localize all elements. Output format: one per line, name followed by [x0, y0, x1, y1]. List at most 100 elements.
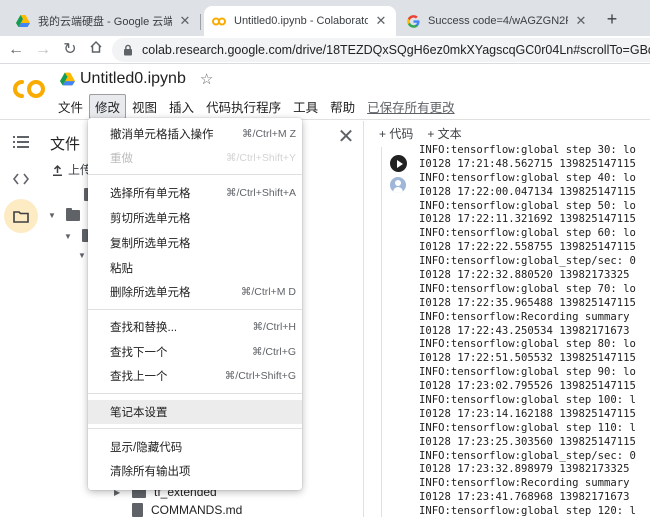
output-avatar-icon[interactable]	[390, 177, 406, 193]
menu-item-shortcut: ⌘/Ctrl+M Z	[242, 128, 296, 140]
new-tab-button[interactable]: +	[602, 9, 622, 29]
close-icon[interactable]: ✕	[574, 14, 588, 28]
google-drive-icon	[60, 72, 75, 86]
output-line: INFO:tensorflow:global_step/sec: 0	[419, 255, 636, 268]
menu-item-label: 选择所有单元格	[110, 188, 191, 200]
add-text-cell-button[interactable]: + 文本	[427, 125, 461, 142]
output-line: I0128 17:22:35.965488 139825147115	[419, 296, 636, 309]
run-cell-icon[interactable]	[390, 155, 407, 172]
tree-file-commands-md[interactable]: COMMANDS.md	[132, 503, 242, 517]
output-line: INFO:tensorflow:Recording summary	[419, 310, 630, 323]
menu-item-find-previous[interactable]: 查找上一个 ⌘/Ctrl+Shift+G	[88, 364, 302, 388]
collapse-triangle-icon[interactable]: ▼	[78, 251, 88, 260]
menu-item-delete-cells[interactable]: 删除所选单元格 ⌘/Ctrl+M D	[88, 280, 302, 304]
output-line: INFO:tensorflow:global step 80: lo	[419, 338, 636, 351]
menu-item-clear-all-outputs[interactable]: 清除所有输出项	[88, 459, 302, 483]
notebook-area: + 代码 + 文本 INFO:tensorflow:global step 30…	[365, 121, 650, 517]
menu-item-label: 剪切所选单元格	[110, 213, 191, 225]
menu-item-select-all-cells[interactable]: 选择所有单元格 ⌘/Ctrl+Shift+A	[88, 181, 302, 205]
saved-status-link[interactable]: 已保存所有更改	[361, 94, 461, 119]
menu-item-label: 撤消单元格插入操作	[110, 129, 214, 141]
menu-item-label: 复制所选单元格	[110, 238, 191, 250]
output-line: I0128 17:22:00.047134 139825147115	[419, 185, 636, 198]
star-icon[interactable]: ☆	[200, 70, 213, 88]
output-line: I0128 17:22:11.321692 139825147115	[419, 213, 636, 226]
menu-file[interactable]: 文件	[52, 94, 89, 119]
colab-header: Untitled0.ipynb ☆ 文件 修改 视图 插入 代码执行程序 工具 …	[0, 64, 650, 120]
output-line: I0128 17:23:25.303560 139825147115	[419, 435, 636, 448]
collapse-triangle-icon[interactable]: ▼	[64, 232, 74, 241]
menu-item-shortcut: ⌘/Ctrl+Shift+A	[225, 187, 296, 199]
output-line: I0128 17:23:14.162188 139825147115	[419, 407, 636, 420]
colab-icon	[212, 14, 226, 28]
menu-item-paste[interactable]: 粘贴	[88, 256, 302, 280]
browser-toolbar: ← → ↻ colab.research.google.com/drive/18…	[0, 36, 650, 64]
close-icon[interactable]: ✕	[178, 14, 192, 28]
tree-folder[interactable]: ▼	[48, 208, 88, 221]
tab-title: 我的云端硬盘 - Google 云端硬盘	[38, 16, 172, 28]
notebook-title[interactable]: Untitled0.ipynb	[80, 70, 186, 88]
files-folder-icon[interactable]	[4, 199, 38, 233]
notebook-toolbar: + 代码 + 文本	[365, 121, 650, 145]
file-icon	[132, 503, 143, 517]
output-line: I0128 17:22:22.558755 139825147115	[419, 241, 636, 254]
back-arrow-icon[interactable]: ←	[6, 40, 26, 60]
collapse-triangle-icon[interactable]: ▼	[48, 211, 58, 220]
menu-item-shortcut: ⌘/Ctrl+M D	[240, 286, 296, 298]
output-line: INFO:tensorflow:global step 90: lo	[419, 366, 636, 379]
edit-menu-dropdown: 撤消单元格插入操作 ⌘/Ctrl+M Z 重做 ⌘/Ctrl+Shift+Y 选…	[88, 118, 302, 490]
cell-gutter	[381, 147, 382, 517]
menu-edit[interactable]: 修改	[89, 94, 127, 119]
output-line: INFO:tensorflow:global step 40: lo	[419, 171, 636, 184]
address-bar[interactable]: colab.research.google.com/drive/18TEZDQx…	[112, 38, 650, 62]
menu-runtime[interactable]: 代码执行程序	[200, 94, 287, 119]
menu-divider	[88, 393, 302, 394]
output-line: INFO:tensorflow:global step 60: lo	[419, 227, 636, 240]
close-icon[interactable]: ✕	[374, 14, 388, 28]
output-line: I0128 17:23:02.795526 139825147115	[419, 380, 636, 393]
upload-button[interactable]: 上传	[52, 161, 92, 178]
reload-icon[interactable]: ↻	[60, 40, 80, 60]
menu-item-undo[interactable]: 撤消单元格插入操作 ⌘/Ctrl+M Z	[88, 122, 302, 146]
colab-logo-icon[interactable]	[11, 78, 47, 100]
tab-google-drive[interactable]: 我的云端硬盘 - Google 云端硬盘 ✕	[8, 6, 200, 36]
menu-item-redo[interactable]: 重做 ⌘/Ctrl+Shift+Y	[88, 146, 302, 170]
notebook-title-row: Untitled0.ipynb ☆	[60, 70, 213, 88]
menu-help[interactable]: 帮助	[324, 94, 361, 119]
add-code-cell-button[interactable]: + 代码	[379, 125, 413, 142]
tab-colaboratory[interactable]: Untitled0.ipynb - Colaboratory ✕	[204, 6, 396, 36]
menu-tools[interactable]: 工具	[287, 94, 324, 119]
tab-success-code[interactable]: Success code=4/wAGZGN2Pd7 ✕	[398, 6, 596, 36]
menu-view[interactable]: 视图	[126, 94, 163, 119]
menu-item-copy-cells[interactable]: 复制所选单元格	[88, 231, 302, 255]
output-line: I0128 17:23:32.898979 13982173325	[419, 463, 630, 476]
menu-item-label: 清除所有输出项	[110, 466, 191, 478]
table-of-contents-icon[interactable]	[4, 125, 38, 159]
menu-item-find-next[interactable]: 查找下一个 ⌘/Ctrl+G	[88, 340, 302, 364]
output-line: INFO:tensorflow:global_step/sec: 0	[419, 449, 636, 462]
google-drive-icon	[16, 14, 30, 28]
close-icon[interactable]: ✕	[336, 127, 356, 147]
menu-item-cut-cells[interactable]: 剪切所选单元格	[88, 206, 302, 230]
menu-item-shortcut: ⌘/Ctrl+G	[251, 346, 296, 358]
menu-item-label: 查找上一个	[110, 371, 168, 383]
browser-tab-strip: 我的云端硬盘 - Google 云端硬盘 ✕ Untitled0.ipynb -…	[0, 0, 650, 36]
menu-item-label: 显示/隐藏代码	[110, 442, 183, 454]
menu-item-shortcut: ⌘/Ctrl+Shift+Y	[225, 152, 296, 164]
forward-arrow-icon[interactable]: →	[33, 40, 53, 60]
menu-item-show-hide-code[interactable]: 显示/隐藏代码	[88, 435, 302, 459]
left-rail	[0, 121, 44, 517]
output-line: I0128 17:22:32.880520 13982173325	[419, 269, 630, 282]
home-icon[interactable]	[86, 40, 106, 60]
menu-item-find-replace[interactable]: 查找和替换... ⌘/Ctrl+H	[88, 315, 302, 339]
menu-item-label: 删除所选单元格	[110, 287, 191, 299]
menu-item-notebook-settings[interactable]: 笔记本设置	[88, 400, 302, 424]
google-g-icon	[406, 14, 420, 28]
menu-insert[interactable]: 插入	[163, 94, 200, 119]
code-snippets-icon[interactable]	[4, 162, 38, 196]
output-line: INFO:tensorflow:global step 70: lo	[419, 282, 636, 295]
upload-icon	[53, 164, 62, 176]
tree-item-label: COMMANDS.md	[151, 503, 243, 517]
menu-divider	[88, 428, 302, 429]
lock-icon	[124, 44, 132, 56]
